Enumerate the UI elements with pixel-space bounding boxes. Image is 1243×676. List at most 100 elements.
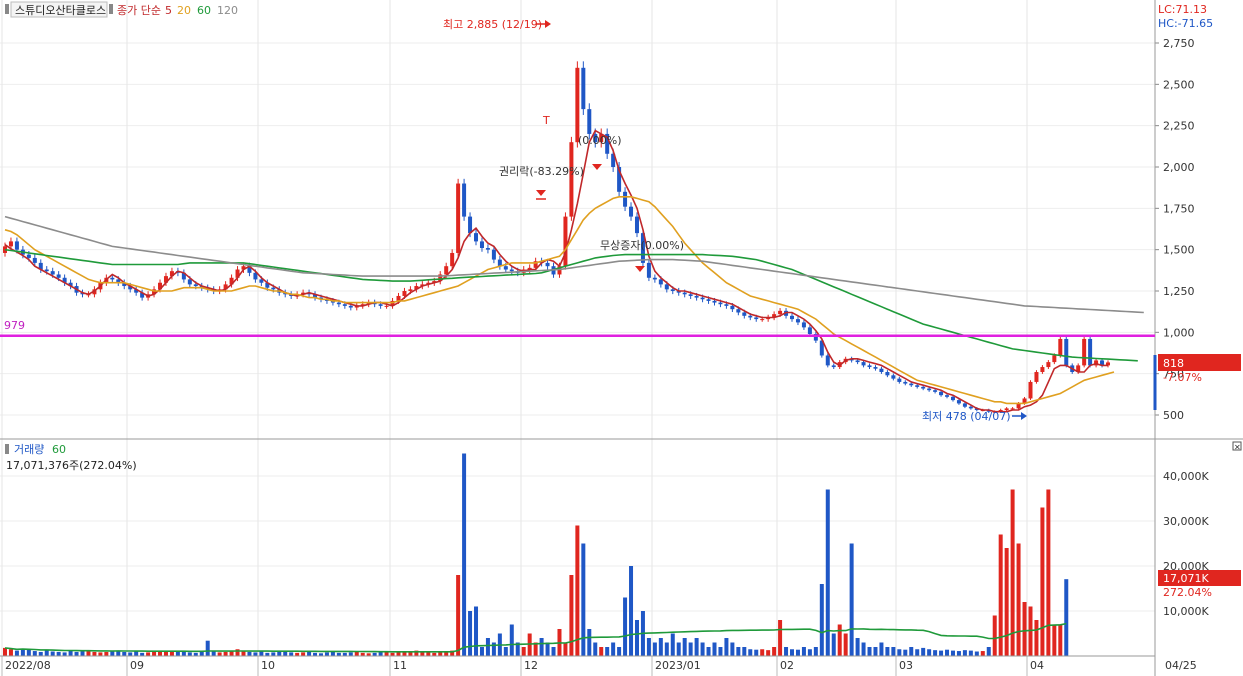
volume-bar bbox=[247, 651, 252, 656]
candle-body bbox=[646, 262, 651, 278]
volume-y-tick: 30,000K bbox=[1163, 515, 1209, 528]
candle-body bbox=[1028, 381, 1033, 399]
candle-body bbox=[271, 287, 276, 290]
close-icon[interactable]: × bbox=[1234, 443, 1241, 452]
volume-bar bbox=[80, 651, 85, 656]
candle-body bbox=[897, 378, 902, 382]
ma-legend-60[interactable]: 60 bbox=[197, 4, 211, 17]
volume-bar bbox=[819, 584, 824, 656]
candle-body bbox=[790, 315, 795, 320]
candle-body bbox=[945, 395, 950, 397]
volume-bar bbox=[730, 642, 735, 656]
volume-bar bbox=[545, 642, 550, 656]
candle-body bbox=[795, 319, 800, 323]
x-axis-label-last: 04/25 bbox=[1165, 659, 1197, 672]
volume-bar bbox=[950, 650, 955, 656]
hc-label: HC:-71.65 bbox=[1158, 17, 1213, 30]
candle-body bbox=[634, 216, 639, 234]
volume-bar bbox=[986, 647, 991, 656]
ma-legend-120[interactable]: 120 bbox=[217, 4, 238, 17]
volume-ma-period[interactable]: 60 bbox=[52, 443, 66, 456]
volume-bar bbox=[807, 649, 812, 656]
volume-bar bbox=[605, 647, 610, 656]
volume-bar bbox=[277, 651, 282, 656]
volume-bar bbox=[468, 611, 473, 656]
ma-legend-5[interactable]: 5 bbox=[165, 4, 172, 17]
candle-body bbox=[939, 391, 944, 396]
volume-bar bbox=[581, 543, 586, 656]
candle-body bbox=[1046, 362, 1051, 368]
volume-bar bbox=[289, 652, 294, 656]
volume-bar bbox=[253, 652, 258, 656]
volume-bar bbox=[128, 652, 133, 656]
volume-bar bbox=[760, 649, 765, 656]
volume-bar bbox=[134, 651, 139, 656]
ma-legend-label[interactable]: 종가 단순 bbox=[117, 4, 161, 17]
volume-bar bbox=[32, 651, 37, 656]
candle-body bbox=[623, 191, 628, 207]
volume-bar bbox=[897, 649, 902, 656]
volume-bar bbox=[551, 647, 556, 656]
candle-body bbox=[873, 367, 878, 369]
volume-bar bbox=[68, 650, 73, 656]
volume-bar bbox=[885, 647, 890, 656]
x-tick-label: 09 bbox=[130, 659, 144, 672]
t-marker: T bbox=[542, 114, 550, 127]
candle-body bbox=[831, 365, 836, 368]
volume-bar bbox=[307, 651, 312, 656]
volume-legend-handle-icon[interactable] bbox=[5, 444, 9, 454]
candle-body bbox=[509, 269, 514, 272]
candle-body bbox=[885, 372, 890, 376]
candle-body bbox=[1052, 355, 1057, 363]
lc-label: LC:71.13 bbox=[1158, 3, 1207, 16]
volume-bar bbox=[634, 620, 639, 656]
candle-body bbox=[927, 388, 932, 391]
ma-legend-20[interactable]: 20 bbox=[177, 4, 191, 17]
candle-body bbox=[879, 368, 884, 373]
volume-bar bbox=[187, 652, 192, 656]
volume-bar bbox=[3, 647, 7, 656]
volume-bar bbox=[754, 649, 759, 656]
volume-bar bbox=[152, 651, 157, 656]
price-y-tick: 2,250 bbox=[1163, 120, 1195, 133]
price-y-tick: 1,500 bbox=[1163, 244, 1195, 257]
stock-name[interactable]: 스튜디오산타클로스 bbox=[15, 4, 106, 17]
volume-bar bbox=[199, 651, 204, 656]
volume-bar bbox=[283, 651, 288, 656]
price-y-tick: 500 bbox=[1163, 409, 1184, 422]
candle-body bbox=[760, 319, 765, 321]
candle-body bbox=[26, 254, 31, 258]
volume-bar bbox=[74, 651, 79, 656]
candle-body bbox=[32, 257, 37, 263]
volume-bar bbox=[217, 652, 222, 656]
volume-bar bbox=[831, 633, 836, 656]
candle-body bbox=[503, 266, 508, 270]
volume-bar bbox=[861, 642, 866, 656]
candle-body bbox=[384, 305, 389, 307]
current-price: 818 bbox=[1163, 357, 1184, 370]
candle-body bbox=[575, 67, 580, 143]
ma-legend-handle-icon[interactable] bbox=[109, 4, 113, 14]
volume-bar bbox=[378, 652, 383, 656]
volume-bar bbox=[163, 651, 168, 656]
volume-title[interactable]: 거래량 bbox=[14, 443, 44, 456]
candle-body bbox=[485, 248, 490, 250]
volume-bar bbox=[974, 651, 979, 656]
volume-bar bbox=[271, 652, 276, 656]
candle-body bbox=[730, 305, 735, 310]
volume-bar bbox=[509, 624, 514, 656]
x-tick-label: 10 bbox=[261, 659, 275, 672]
volume-bar bbox=[956, 651, 961, 656]
legend-handle-icon[interactable] bbox=[5, 4, 9, 14]
candle-body bbox=[688, 294, 693, 296]
volume-bar bbox=[855, 638, 860, 656]
volume-bar bbox=[110, 651, 115, 656]
candle-body bbox=[921, 386, 926, 389]
volume-bar bbox=[909, 647, 914, 656]
volume-bar bbox=[1064, 579, 1069, 656]
volume-bar bbox=[1058, 624, 1063, 656]
candle-body bbox=[903, 381, 908, 384]
volume-bar bbox=[1022, 602, 1027, 656]
volume-bar bbox=[784, 647, 789, 656]
candle-body bbox=[491, 249, 496, 260]
